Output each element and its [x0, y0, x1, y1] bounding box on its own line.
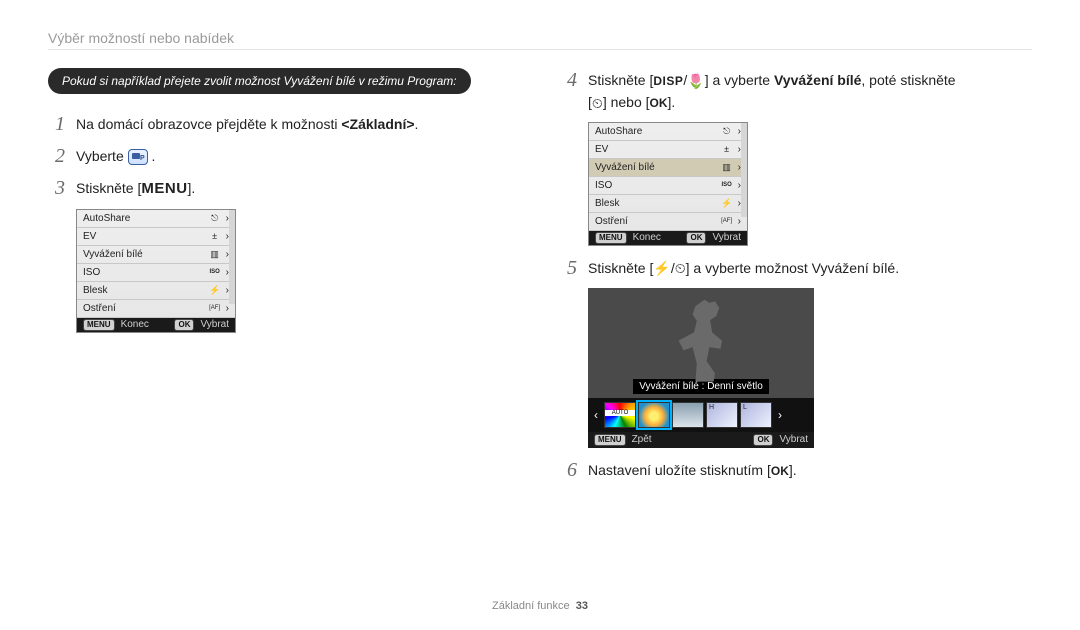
footer-select-label: Vybrat [712, 232, 741, 243]
flash-icon: ⚡ [720, 198, 734, 209]
menu-item-label: Vyvážení bílé [83, 249, 143, 260]
step-3-text: Stiskněte [MENU]. [76, 176, 520, 201]
menu-item-label: Blesk [83, 285, 107, 296]
menu-item-label: Blesk [595, 198, 619, 209]
chevron-right-icon: › [774, 408, 786, 422]
timer-icon: ⏲ [675, 258, 686, 279]
af-icon: [AF] [720, 218, 734, 224]
page-footer: Základní funkce 33 [0, 600, 1080, 612]
autoshare-icon: ⎋ [720, 126, 734, 137]
mode-program-icon [128, 149, 148, 165]
wb-option-daylight-selected [638, 402, 670, 428]
divider [48, 49, 1032, 50]
step-number: 5 [560, 256, 584, 280]
menu-item-label: Ostření [83, 303, 116, 314]
footer-select-label: Vybrat [779, 434, 808, 445]
menu-item-label: ISO [83, 267, 100, 278]
wb-option-fluorescent-h [706, 402, 738, 428]
step-number: 3 [48, 176, 72, 200]
ok-glyph: OK [174, 319, 194, 331]
footer-exit-label: Konec [121, 319, 149, 330]
step-5-text: Stiskněte [⚡/⏲] a vyberte možnost Vyváže… [588, 256, 1032, 280]
menu-item-selected: Vyvážení bílé▥› [589, 159, 747, 177]
step-number: 6 [560, 458, 584, 482]
flash-icon: ⚡ [653, 258, 670, 279]
menu-item-label: EV [595, 144, 608, 155]
preview-silhouette [666, 300, 736, 382]
menu-item-label: Ostření [595, 216, 628, 227]
ok-glyph: OK [753, 434, 773, 446]
breadcrumb: Výběr možností nebo nabídek [48, 30, 1032, 46]
ok-glyph: OK [686, 232, 706, 244]
wb-option-auto [604, 402, 636, 428]
example-callout: Pokud si například přejete zvolit možnos… [48, 68, 471, 94]
menu-item-label: AutoShare [83, 213, 130, 224]
step-1-text: Na domácí obrazovce přejděte k možnosti … [76, 112, 520, 135]
footer-back-label: Zpět [632, 434, 652, 445]
chevron-left-icon: ‹ [590, 408, 602, 422]
wb-option-cloudy [672, 402, 704, 428]
menu-glyph: MENU [83, 319, 115, 331]
iso-icon: ISO [720, 182, 734, 188]
timer-icon: ⏲ [592, 93, 603, 114]
af-icon: [AF] [208, 305, 222, 311]
menu-item-label: ISO [595, 180, 612, 191]
menu-item-label: AutoShare [595, 126, 642, 137]
step-4-text: Stiskněte [DISP/🌷] a vyberte Vyvážení bí… [588, 68, 1032, 114]
step-number: 2 [48, 144, 72, 168]
iso-icon: ISO [208, 269, 222, 275]
autoshare-icon: ⎋ [208, 213, 222, 224]
menu-item-label: EV [83, 231, 96, 242]
ev-icon: ± [208, 231, 222, 241]
wb-option-fluorescent-l [740, 402, 772, 428]
footer-select-label: Vybrat [200, 319, 229, 330]
camera-menu-panel: AutoShare⎋› EV±› Vyvážení bílé▥› ISOISO›… [76, 209, 236, 333]
step-2-text: Vyberte . [76, 144, 520, 167]
step-number: 1 [48, 112, 72, 136]
scrollbar [741, 123, 747, 217]
flash-icon: ⚡ [208, 285, 222, 296]
menu-glyph: MENU [594, 434, 626, 446]
macro-icon: 🌷 [687, 71, 704, 92]
wb-icon: ▥ [720, 162, 734, 173]
step-number: 4 [560, 68, 584, 92]
scrollbar [229, 210, 235, 304]
menu-glyph: MENU [595, 232, 627, 244]
step-6-text: Nastavení uložíte stisknutím [OK]. [588, 458, 1032, 481]
wb-icon: ▥ [208, 249, 222, 260]
wb-options-strip: ‹ › [588, 398, 814, 432]
ev-icon: ± [720, 144, 734, 154]
footer-exit-label: Konec [633, 232, 661, 243]
camera-menu-panel-highlighted: AutoShare⎋› EV±› Vyvážení bílé▥› ISOISO›… [588, 122, 748, 246]
white-balance-preview-panel: Vyvážení bílé : Denní světlo ‹ › MENU Zp… [588, 288, 814, 448]
